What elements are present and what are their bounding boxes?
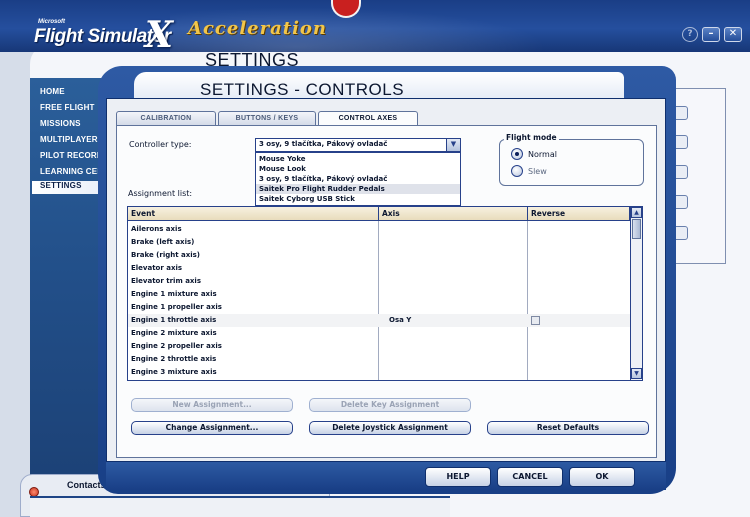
- cancel-button[interactable]: CANCEL: [497, 467, 563, 487]
- assignment-list-label: Assignment list:: [128, 189, 193, 198]
- dropdown-option[interactable]: 3 osy, 9 tlačítka, Pákový ovladač: [256, 174, 460, 184]
- event-cell: Elevator axis: [131, 264, 183, 272]
- table-row[interactable]: Ailerons axis: [128, 223, 630, 236]
- event-cell: Engine 1 propeller axis: [131, 303, 222, 311]
- dialog-title: SETTINGS - CONTROLS: [200, 80, 405, 99]
- delete-key-assignment-button[interactable]: Delete Key Assignment: [309, 398, 471, 412]
- table-row[interactable]: Elevator trim axis: [128, 275, 630, 288]
- controller-type-dropdown: Mouse Yoke Mouse Look 3 osy, 9 tlačítka,…: [255, 152, 461, 206]
- event-cell: Ailerons axis: [131, 225, 182, 233]
- logo-acceleration: Acceleration: [188, 18, 328, 39]
- scroll-down-icon[interactable]: ▼: [631, 368, 642, 379]
- dropdown-option[interactable]: Saitek Pro Flight Rudder Pedals: [256, 184, 460, 194]
- column-header-event[interactable]: Event: [128, 207, 379, 221]
- table-row[interactable]: Engine 3 mixture axis: [128, 366, 630, 379]
- close-button[interactable]: ✕: [724, 27, 742, 42]
- minimize-button[interactable]: –: [702, 27, 720, 42]
- event-cell: Engine 2 mixture axis: [131, 329, 217, 337]
- event-cell: Engine 3 mixture axis: [131, 368, 217, 376]
- window-controls: ? – ✕: [682, 27, 742, 42]
- column-header-axis[interactable]: Axis: [379, 207, 528, 221]
- table-scrollbar[interactable]: ▲ ▼: [630, 207, 642, 380]
- settings-controls-dialog: SETTINGS - CONTROLS CALIBRATION BUTTONS …: [98, 66, 676, 494]
- logo-x: X: [145, 14, 173, 56]
- table-row[interactable]: Engine 2 mixture axis: [128, 327, 630, 340]
- event-cell: Engine 1 throttle axis: [131, 316, 217, 324]
- event-cell: Engine 2 throttle axis: [131, 355, 217, 363]
- dropdown-option[interactable]: Mouse Look: [256, 164, 460, 174]
- help-circle-icon[interactable]: ?: [682, 27, 698, 42]
- radio-slew-label: Slew: [528, 167, 547, 176]
- radio-slew[interactable]: [511, 165, 523, 177]
- controller-type-value: 3 osy, 9 tlačítka, Pákový ovladač: [259, 140, 388, 148]
- tab-control-axes[interactable]: CONTROL AXES: [318, 111, 418, 126]
- event-cell: Brake (right axis): [131, 251, 200, 259]
- controller-type-select[interactable]: 3 osy, 9 tlačítka, Pákový ovladač ▼: [255, 138, 461, 152]
- app-titlebar: Microsoft Flight Simulator X Acceleratio…: [0, 0, 750, 56]
- event-cell: Elevator trim axis: [131, 277, 201, 285]
- dropdown-option[interactable]: Mouse Yoke: [256, 154, 460, 164]
- help-button[interactable]: HELP: [425, 467, 491, 487]
- tab-buttons-keys[interactable]: BUTTONS / KEYS: [218, 111, 316, 125]
- ok-button[interactable]: OK: [569, 467, 635, 487]
- scroll-thumb[interactable]: [632, 219, 641, 239]
- reset-defaults-button[interactable]: Reset Defaults: [487, 421, 649, 435]
- radio-normal-label: Normal: [528, 150, 557, 159]
- dialog-titlebar: SETTINGS - CONTROLS: [134, 72, 624, 100]
- new-assignment-button[interactable]: New Assignment...: [131, 398, 293, 412]
- radio-normal[interactable]: [511, 148, 523, 160]
- reverse-checkbox[interactable]: [531, 316, 540, 325]
- table-row[interactable]: Engine 1 mixture axis: [128, 288, 630, 301]
- table-row[interactable]: Engine 1 propeller axis: [128, 301, 630, 314]
- table-row[interactable]: Brake (left axis): [128, 236, 630, 249]
- flight-mode-group: [499, 139, 644, 186]
- delete-joystick-assignment-button[interactable]: Delete Joystick Assignment: [309, 421, 471, 435]
- table-row[interactable]: Brake (right axis): [128, 249, 630, 262]
- change-assignment-button[interactable]: Change Assignment...: [131, 421, 293, 435]
- axis-cell: Osa Y: [389, 316, 412, 324]
- event-cell: Engine 1 mixture axis: [131, 290, 217, 298]
- scroll-up-icon[interactable]: ▲: [631, 207, 642, 218]
- chevron-down-icon[interactable]: ▼: [446, 139, 460, 151]
- assignment-table: Event Axis Reverse Ailerons axis Brake (…: [127, 206, 643, 381]
- table-row[interactable]: Engine 2 throttle axis: [128, 353, 630, 366]
- flight-mode-title: Flight mode: [504, 133, 559, 142]
- table-row[interactable]: Engine 2 propeller axis: [128, 340, 630, 353]
- table-row-selected[interactable]: Engine 1 throttle axis Osa Y: [128, 314, 630, 327]
- event-cell: Engine 2 propeller axis: [131, 342, 222, 350]
- dropdown-option[interactable]: Saitek Cyborg USB Stick: [256, 194, 460, 204]
- tab-calibration[interactable]: CALIBRATION: [116, 111, 216, 125]
- column-header-reverse[interactable]: Reverse: [528, 207, 630, 221]
- controller-type-label: Controller type:: [129, 140, 192, 149]
- bottom-frame: [30, 496, 450, 517]
- table-row[interactable]: Elevator axis: [128, 262, 630, 275]
- logo-microsoft: Microsoft: [38, 19, 65, 25]
- event-cell: Brake (left axis): [131, 238, 195, 246]
